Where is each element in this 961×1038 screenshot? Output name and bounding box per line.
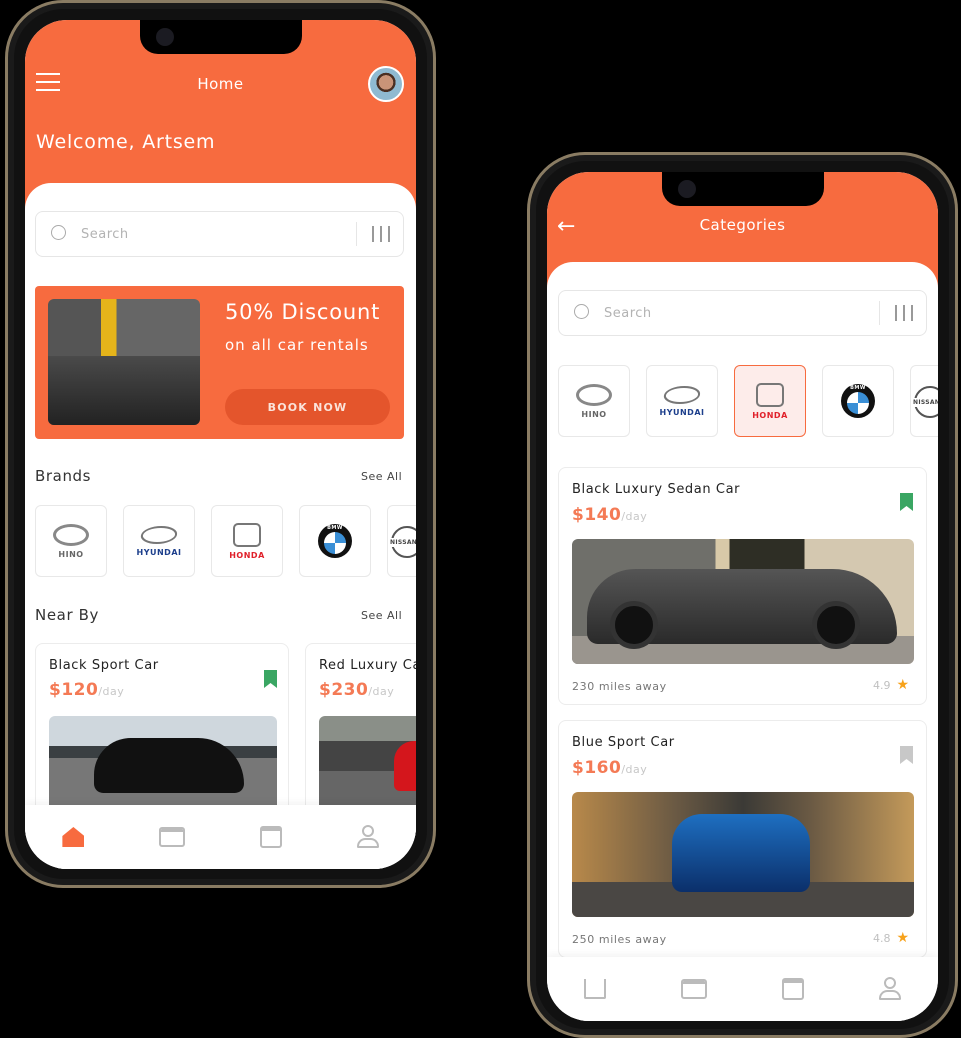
- categories-phone: ← Categories Search HINO HYUNDAI HONDA B…: [527, 152, 958, 1038]
- home-icon[interactable]: [584, 979, 607, 999]
- promo-subline: on all car rentals: [225, 336, 369, 354]
- welcome-text: Welcome, Artsem: [36, 131, 216, 153]
- brand-label: HINO: [58, 549, 84, 559]
- nearby-title: Near By: [35, 606, 99, 624]
- filter-icon[interactable]: [895, 305, 913, 321]
- card-icon[interactable]: [681, 979, 708, 999]
- calendar-icon[interactable]: [259, 826, 282, 848]
- brand-nissan[interactable]: NISSAN: [387, 505, 416, 577]
- brand-label: HYUNDAI: [136, 547, 182, 557]
- brand-hino[interactable]: HINO: [558, 365, 630, 437]
- car-distance: 230 miles away: [572, 680, 667, 693]
- brands-see-all[interactable]: See All: [361, 470, 402, 483]
- brand-label: NISSAN: [390, 538, 416, 547]
- brand-bmw[interactable]: BMW: [299, 505, 371, 577]
- car-card[interactable]: Black Luxury Sedan Car $140/day 230 mile…: [558, 467, 927, 705]
- car-card[interactable]: Blue Sport Car $160/day 250 miles away 4…: [558, 720, 927, 958]
- home-icon[interactable]: [62, 827, 85, 847]
- promo-car-image: [48, 299, 200, 425]
- car-distance: 250 miles away: [572, 933, 667, 946]
- bookmark-icon[interactable]: [900, 746, 913, 764]
- search-icon: [574, 304, 589, 319]
- notch: [139, 20, 302, 54]
- avatar[interactable]: [368, 66, 404, 102]
- book-now-button[interactable]: BOOK NOW: [225, 389, 390, 425]
- search-placeholder: Search: [604, 306, 652, 321]
- car-image: [572, 539, 914, 664]
- categories-screen: ← Categories Search HINO HYUNDAI HONDA B…: [547, 172, 938, 1021]
- brand-label: NISSAN: [913, 398, 938, 407]
- search-icon: [51, 225, 66, 240]
- car-rating: 4.8 ★: [873, 930, 910, 946]
- car-price: $160/day: [572, 758, 648, 778]
- bookmark-icon[interactable]: [264, 670, 277, 688]
- calendar-icon[interactable]: [781, 978, 804, 1000]
- car-rating: 4.9 ★: [873, 677, 910, 693]
- car-name: Red Luxury Car: [319, 658, 416, 673]
- car-image: [572, 792, 914, 917]
- tab-bar: [25, 805, 416, 869]
- user-icon[interactable]: [356, 825, 379, 849]
- star-icon: ★: [896, 930, 910, 946]
- user-icon[interactable]: [878, 977, 901, 1001]
- car-price: $230/day: [319, 680, 395, 700]
- car-image: [49, 716, 277, 816]
- brand-bmw[interactable]: BMW: [822, 365, 894, 437]
- search-input[interactable]: Search: [558, 290, 927, 336]
- bmw-logo: BMW: [841, 384, 875, 418]
- notch: [661, 172, 824, 206]
- bmw-logo: BMW: [318, 524, 352, 558]
- home-screen: Home Welcome, Artsem Search 50% Discount…: [25, 20, 416, 869]
- brand-hyundai[interactable]: HYUNDAI: [123, 505, 195, 577]
- promo-banner[interactable]: 50% Discount on all car rentals BOOK NOW: [35, 286, 404, 439]
- brands-title: Brands: [35, 467, 92, 485]
- brand-label: BMW: [850, 385, 866, 391]
- page-title: Categories: [699, 216, 786, 234]
- brand-hyundai[interactable]: HYUNDAI: [646, 365, 718, 437]
- car-name: Black Sport Car: [49, 658, 159, 673]
- brand-honda[interactable]: HONDA: [211, 505, 283, 577]
- car-image: [319, 716, 416, 816]
- brand-label: HINO: [581, 409, 607, 419]
- brand-hino[interactable]: HINO: [35, 505, 107, 577]
- promo-headline: 50% Discount: [225, 300, 381, 324]
- search-placeholder: Search: [81, 227, 129, 242]
- brand-label: HYUNDAI: [659, 407, 705, 417]
- home-body: Search 50% Discount on all car rentals B…: [25, 183, 416, 869]
- categories-body: Search HINO HYUNDAI HONDA BMW NISSAN Bla…: [547, 262, 938, 962]
- car-price: $120/day: [49, 680, 125, 700]
- star-icon: ★: [896, 677, 910, 693]
- home-phone: Home Welcome, Artsem Search 50% Discount…: [5, 0, 436, 888]
- page-title: Home: [197, 75, 244, 93]
- tab-bar: [547, 957, 938, 1021]
- car-name: Black Luxury Sedan Car: [572, 482, 741, 497]
- car-price: $140/day: [572, 505, 648, 525]
- brand-nissan[interactable]: NISSAN: [910, 365, 938, 437]
- brand-label: HONDA: [229, 550, 265, 560]
- nearby-see-all[interactable]: See All: [361, 609, 402, 622]
- search-input[interactable]: Search: [35, 211, 404, 257]
- brand-label: BMW: [327, 525, 343, 531]
- filter-icon[interactable]: [372, 226, 390, 242]
- card-icon[interactable]: [159, 827, 186, 847]
- bookmark-icon[interactable]: [900, 493, 913, 511]
- brand-label: HONDA: [752, 410, 788, 420]
- brand-honda-selected[interactable]: HONDA: [734, 365, 806, 437]
- car-name: Blue Sport Car: [572, 735, 675, 750]
